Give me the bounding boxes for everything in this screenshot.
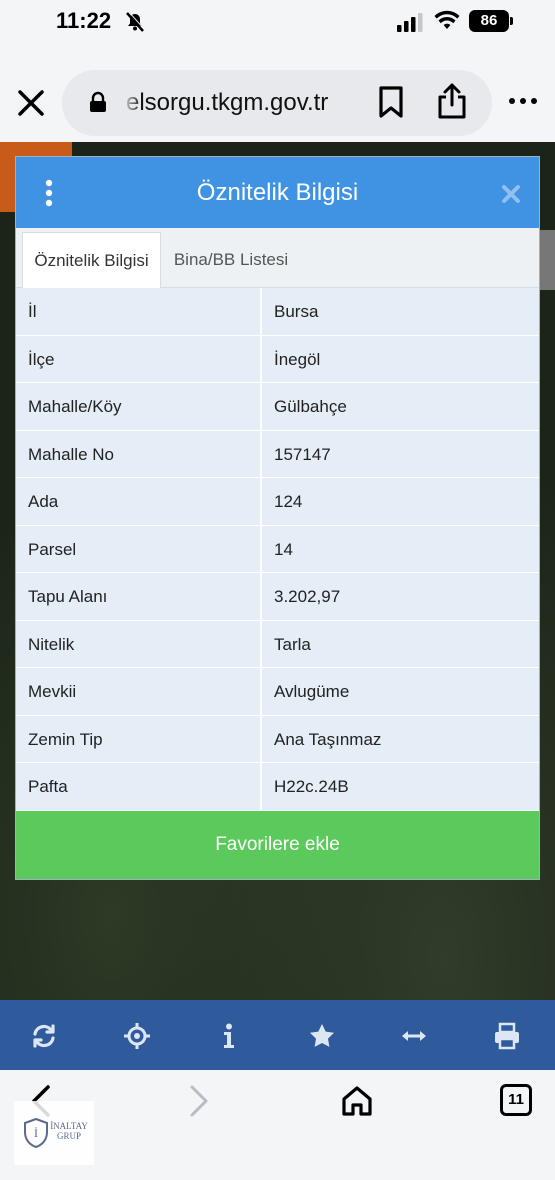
row-label: Mahalle/Köy xyxy=(16,383,262,430)
status-time: 11:22 xyxy=(56,8,112,33)
table-row: Tapu Alanı 3.202,97 xyxy=(16,573,539,621)
row-value: Gülbahçe xyxy=(274,397,347,416)
company-logo: İ İNALTAY GRUP xyxy=(14,1101,94,1165)
dialog-title: Öznitelik Bilgisi xyxy=(196,179,359,206)
close-icon[interactable] xyxy=(500,183,522,205)
row-value: Bursa xyxy=(274,302,319,321)
table-row: Mahalle/Köy Gülbahçe xyxy=(16,383,539,431)
row-label: Zemin Tip xyxy=(16,715,262,762)
row-label: İlçe xyxy=(16,335,262,382)
row-label: Mevkii xyxy=(16,668,262,715)
logo-text: İNALTAY GRUP xyxy=(50,1121,88,1141)
row-label: Parsel xyxy=(16,525,262,572)
share-icon[interactable] xyxy=(436,82,468,120)
row-value: H22c.24B xyxy=(274,777,349,796)
locate-icon[interactable] xyxy=(123,1022,151,1050)
url-fade xyxy=(122,80,142,124)
more-options-icon[interactable] xyxy=(508,93,538,109)
info-icon[interactable] xyxy=(215,1022,243,1050)
row-label: Mahalle No xyxy=(16,430,262,477)
row-value: 14 xyxy=(274,539,293,559)
svg-text:İ: İ xyxy=(34,1126,38,1140)
table-row: İlçe İnegöl xyxy=(16,335,539,383)
row-value: Ana Taşınmaz xyxy=(274,729,382,749)
table-row: Pafta H22c.24B xyxy=(16,763,539,811)
bell-muted-icon xyxy=(126,11,145,32)
dialog-tabs: Öznitelik Bilgisi Bina/BB Listesi xyxy=(16,228,539,288)
table-row: Mahalle No 157147 xyxy=(16,430,539,478)
row-label: Pafta xyxy=(16,763,262,810)
row-value: 3.202,97 xyxy=(274,587,341,606)
table-row: Ada 124 xyxy=(16,478,539,526)
signal-icon xyxy=(397,13,423,32)
row-value: 157147 xyxy=(274,444,331,464)
map-toolbar xyxy=(0,1000,555,1070)
row-value: 124 xyxy=(274,492,303,511)
row-label: Nitelik xyxy=(16,620,262,667)
row-value: Tarla xyxy=(274,634,311,654)
table-row: İl Bursa xyxy=(16,288,539,336)
row-label: Ada xyxy=(16,478,262,525)
forward-icon[interactable] xyxy=(186,1084,212,1118)
row-value: İnegöl xyxy=(274,349,321,369)
bookmark-icon[interactable] xyxy=(378,86,404,118)
url-text[interactable]: elsorgu.tkgm.gov.tr xyxy=(126,89,328,117)
battery-indicator: 86 xyxy=(469,10,513,32)
wifi-icon xyxy=(434,10,460,29)
tab-attribute-info[interactable]: Öznitelik Bilgisi xyxy=(22,232,161,288)
measure-icon[interactable] xyxy=(400,1022,428,1050)
tab-building-list[interactable]: Bina/BB Listesi xyxy=(166,232,296,288)
table-row: Nitelik Tarla xyxy=(16,620,539,668)
attribute-dialog: Öznitelik Bilgisi Öznitelik Bilgisi Bina… xyxy=(15,156,540,880)
dialog-header: Öznitelik Bilgisi xyxy=(16,157,539,228)
tab-count-button[interactable]: 11 xyxy=(500,1084,532,1116)
row-label: İl xyxy=(16,288,262,335)
lock-icon xyxy=(90,91,106,112)
table-row: Parsel 14 xyxy=(16,525,539,573)
table-row: Mevkii Avlugüme xyxy=(16,668,539,716)
map-edge xyxy=(540,230,555,290)
home-icon[interactable] xyxy=(340,1084,374,1118)
table-row: Zemin Tip Ana Taşınmaz xyxy=(16,715,539,763)
attribute-table: İl Bursa İlçe İnegöl Mahalle/Köy Gülbahçe M… xyxy=(16,288,539,811)
row-value: Avlugüme xyxy=(274,682,350,701)
add-to-favorites-button[interactable]: Favorilere ekle xyxy=(16,811,539,879)
refresh-icon[interactable] xyxy=(30,1022,58,1050)
close-icon[interactable] xyxy=(14,86,48,120)
star-icon[interactable] xyxy=(308,1022,336,1050)
print-icon[interactable] xyxy=(493,1022,521,1050)
row-label: Tapu Alanı xyxy=(16,573,262,620)
